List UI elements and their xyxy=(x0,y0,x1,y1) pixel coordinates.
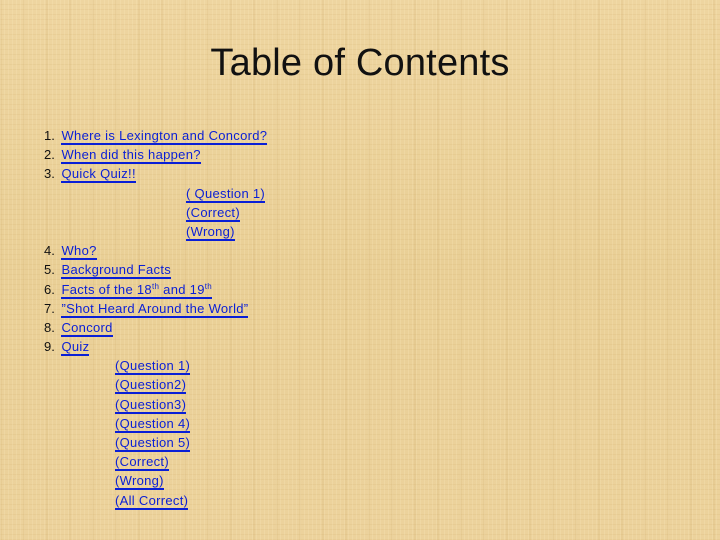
toc-item: 1. Where is Lexington and Concord? xyxy=(44,126,268,145)
toc-item: 7. ”Shot Heard Around the World” xyxy=(44,299,267,318)
toc-subitem: (Question 4) xyxy=(44,414,267,433)
toc-item-number: 5. xyxy=(44,262,55,278)
toc-item: 8. Concord xyxy=(44,318,267,337)
toc-item: 2. When did this happen? xyxy=(44,145,267,165)
toc-item-number: 6. xyxy=(44,281,55,297)
toc-item-number: 9. xyxy=(44,339,55,355)
toc-subitem: (Correct) xyxy=(44,203,267,222)
superscript: th xyxy=(204,281,213,291)
toc-item: 5. Background Facts xyxy=(44,260,267,280)
quiz-all-correct-link[interactable]: (All Correct) xyxy=(115,492,189,510)
quiz-wrong-link[interactable]: (Wrong) xyxy=(115,473,164,491)
quiz-question-3-link[interactable]: (Question3) xyxy=(115,396,187,414)
toc-subitem: (Wrong) xyxy=(44,222,267,241)
toc-item: 6. Facts of the 18th and 19th xyxy=(44,280,267,299)
toc-link-where-is-lexington-and-concord[interactable]: Where is Lexington and Concord? xyxy=(61,128,268,145)
toc-item: 9. Quiz xyxy=(44,337,267,357)
toc-item: 4. Who? xyxy=(44,241,267,261)
quick-quiz-wrong-link[interactable]: (Wrong) xyxy=(186,223,235,241)
toc-subitem: (All Correct) xyxy=(44,491,267,510)
toc-item: 3. Quick Quiz!! xyxy=(44,164,267,184)
toc-link-facts-of-18th-and-19th[interactable]: Facts of the 18th and 19th xyxy=(61,281,213,299)
quiz-question-1-link[interactable]: (Question 1) xyxy=(115,358,191,376)
toc-link-quick-quiz[interactable]: Quick Quiz!! xyxy=(61,166,136,184)
toc-link-background-facts[interactable]: Background Facts xyxy=(61,262,172,280)
toc-subitem: (Correct) xyxy=(44,452,267,472)
link-text: and 19 xyxy=(159,281,205,297)
quiz-question-2-link[interactable]: (Question2) xyxy=(115,377,187,395)
toc-link-shot-heard-around-the-world[interactable]: ”Shot Heard Around the World” xyxy=(61,300,249,318)
toc-link-quiz[interactable]: Quiz xyxy=(61,339,90,357)
quiz-correct-link[interactable]: (Correct) xyxy=(115,454,169,472)
toc-link-concord[interactable]: Concord xyxy=(61,319,113,337)
quick-quiz-correct-link[interactable]: (Correct) xyxy=(186,204,240,222)
toc-item-number: 3. xyxy=(44,166,55,182)
toc-subitem: (Question3) xyxy=(44,395,267,414)
toc-item-number: 1. xyxy=(44,128,55,143)
slide-title: Table of Contents xyxy=(210,42,510,84)
toc-subitem: (Wrong) xyxy=(44,471,267,491)
link-text: Facts of the 18 xyxy=(61,281,152,297)
toc-link-when-did-this-happen[interactable]: When did this happen? xyxy=(61,147,201,165)
toc-item-number: 4. xyxy=(44,243,55,259)
quick-quiz-question-1-link[interactable]: ( Question 1) xyxy=(186,185,266,203)
toc-item-number: 8. xyxy=(44,319,55,335)
quiz-question-4-link[interactable]: (Question 4) xyxy=(115,415,191,433)
toc-subitem: (Question 1) xyxy=(44,356,267,376)
toc-item-number: 7. xyxy=(44,300,55,316)
slide: Table of Contents 1. Where is Lexington … xyxy=(0,0,720,540)
toc-subitem: (Question 5) xyxy=(44,433,267,452)
toc-link-who[interactable]: Who? xyxy=(61,243,97,261)
quiz-question-5-link[interactable]: (Question 5) xyxy=(115,435,191,452)
toc-subitem: ( Question 1) xyxy=(44,184,267,203)
toc-item-number: 2. xyxy=(44,147,55,163)
table-of-contents: 1. Where is Lexington and Concord? 2. Wh… xyxy=(44,126,268,510)
toc-subitem: (Question2) xyxy=(44,375,267,395)
